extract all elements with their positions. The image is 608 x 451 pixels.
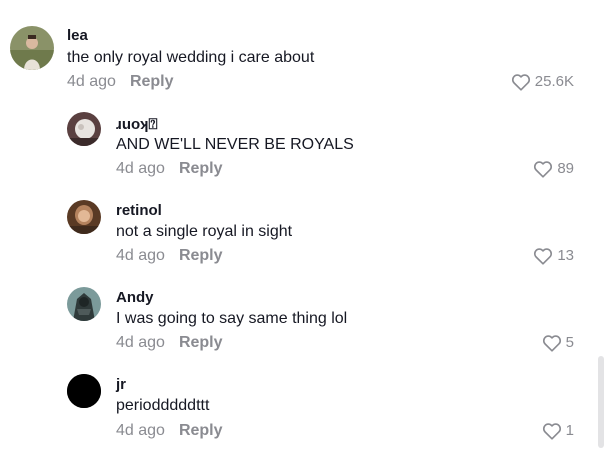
comment-meta: 4d ago Reply [116, 159, 223, 179]
comment-meta: 4d ago Reply [116, 246, 223, 266]
comment-meta: 4d ago Reply [116, 333, 223, 353]
comment-text: AND WE'LL NEVER BE ROYALS [116, 136, 354, 153]
comment-time: 4d ago [116, 160, 165, 177]
heart-outline-icon [511, 74, 530, 91]
comments-panel: lea the only royal wedding i care about … [0, 0, 608, 451]
comment-time: 4d ago [116, 247, 165, 264]
avatar[interactable] [67, 200, 101, 234]
comment-text: the only royal wedding i care about [67, 49, 315, 66]
avatar[interactable] [10, 26, 54, 70]
comment-username[interactable]: lea [67, 27, 88, 45]
reply-item: Andy I was going to say same thing lol 4… [0, 277, 600, 364]
heart-outline-icon [534, 161, 553, 178]
avatar[interactable] [67, 287, 101, 321]
comment-text: I was going to say same thing lol [116, 310, 348, 327]
like-count: 5 [565, 334, 574, 351]
comment-username[interactable]: ɹuoʞ⍰ [116, 116, 158, 134]
comment-time: 4d ago [116, 334, 165, 351]
comment-meta: 4d ago Reply [116, 421, 223, 441]
comment-meta: 4d ago Reply [67, 72, 174, 92]
heart-outline-icon [542, 335, 561, 352]
reply-button[interactable]: Reply [130, 73, 174, 90]
reply-button[interactable]: Reply [179, 247, 223, 264]
reply-item: jr periodddddttt 4d ago Reply 1 [0, 364, 600, 451]
reply-item: retinol not a single royal in sight 4d a… [0, 190, 600, 277]
comment-username[interactable]: Andy [116, 289, 154, 307]
like-count: 25.6K [534, 73, 574, 90]
heart-outline-icon [534, 248, 553, 265]
reply-button[interactable]: Reply [179, 334, 223, 351]
like-button[interactable]: 13 [533, 246, 574, 266]
comment-text: not a single royal in sight [116, 223, 293, 240]
like-count: 1 [565, 422, 574, 439]
reply-button[interactable]: Reply [179, 160, 223, 177]
like-count: 13 [557, 247, 574, 264]
comment-username[interactable]: jr [116, 376, 126, 394]
heart-outline-icon [542, 423, 561, 440]
like-button[interactable]: 25.6K [511, 72, 574, 92]
comment-item: lea the only royal wedding i care about … [0, 0, 600, 100]
like-count: 89 [557, 160, 574, 177]
avatar[interactable] [67, 374, 101, 408]
avatar[interactable] [67, 112, 101, 146]
like-button[interactable]: 5 [542, 333, 574, 353]
scrollbar[interactable] [598, 356, 604, 448]
comment-text: periodddddttt [116, 397, 210, 414]
reply-button[interactable]: Reply [179, 422, 223, 439]
comment-username[interactable]: retinol [116, 202, 162, 220]
reply-item: ɹuoʞ⍰ AND WE'LL NEVER BE ROYALS 4d ago Re… [0, 100, 600, 190]
like-button[interactable]: 1 [542, 421, 574, 441]
like-button[interactable]: 89 [533, 159, 574, 179]
comment-time: 4d ago [116, 422, 165, 439]
comment-time: 4d ago [67, 73, 116, 90]
